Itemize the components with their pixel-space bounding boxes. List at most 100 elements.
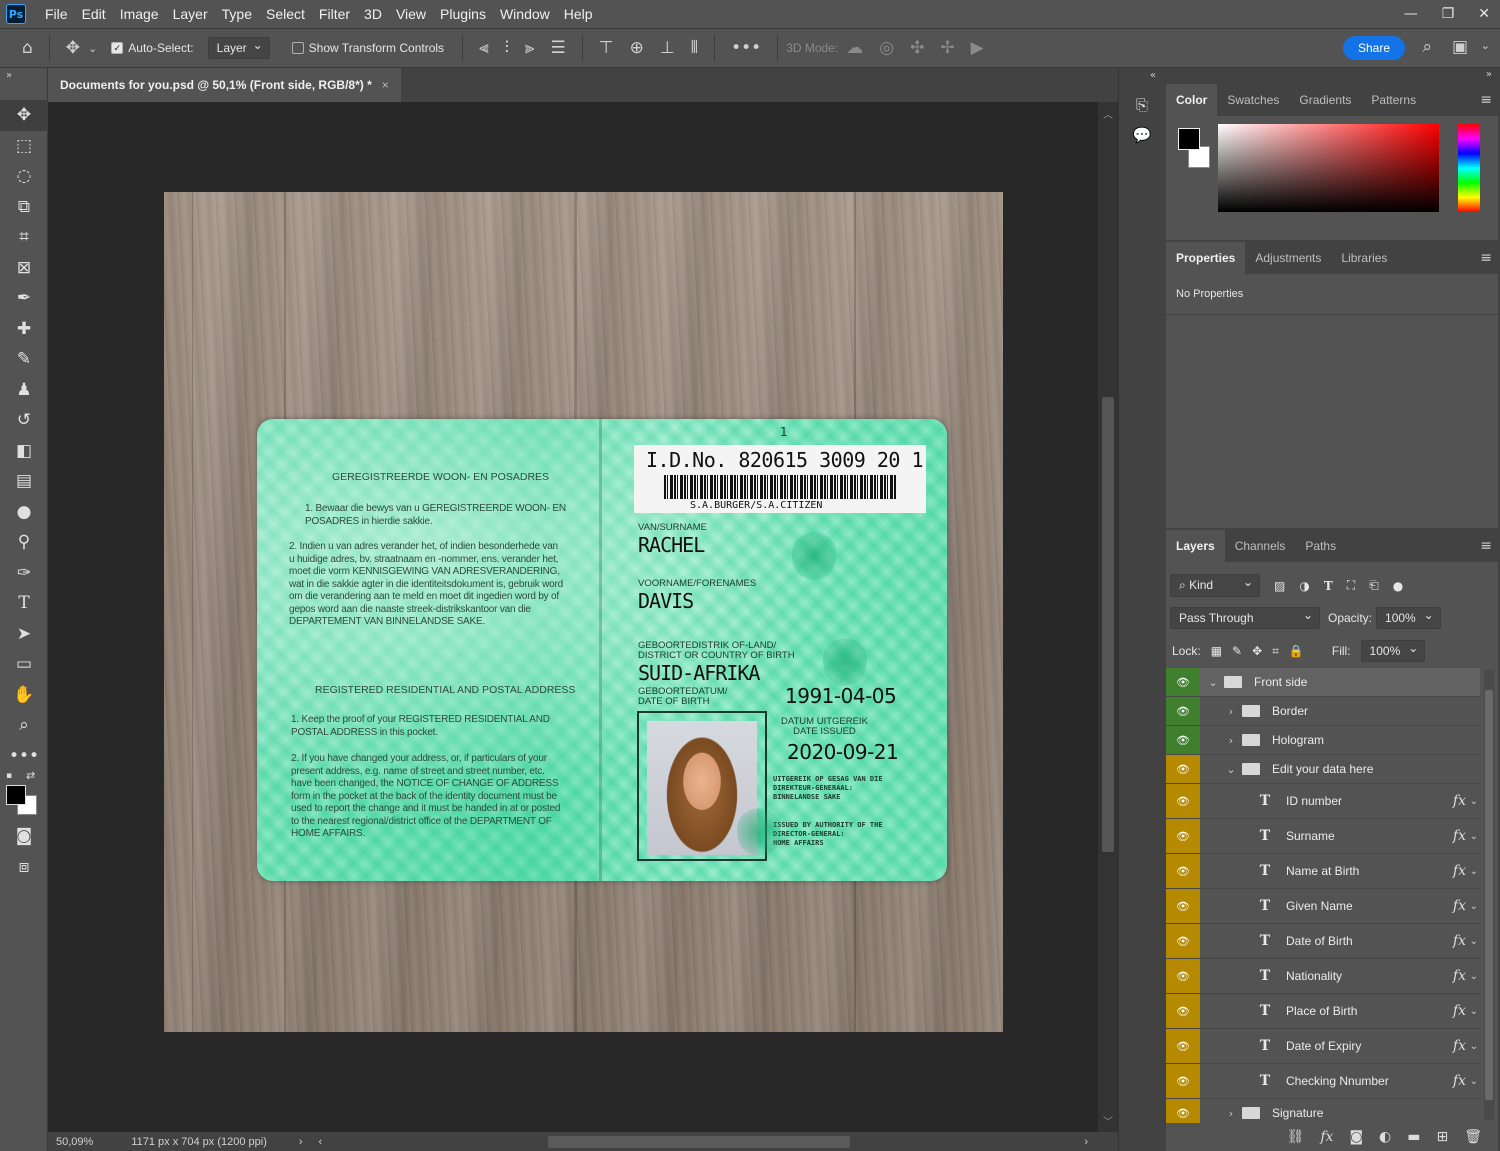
- layer-row[interactable]: 👁 T Nationality fx ⌄: [1166, 959, 1480, 994]
- chevron-down-icon[interactable]: ⌄: [1470, 901, 1478, 912]
- visibility-eye-icon[interactable]: 👁: [1166, 854, 1200, 888]
- layer-effects-icon[interactable]: fx: [1453, 1003, 1466, 1019]
- foreground-color-swatch[interactable]: [6, 785, 26, 805]
- tab-gradients[interactable]: Gradients: [1289, 84, 1361, 116]
- menu-3d[interactable]: 3D: [357, 6, 389, 22]
- chevron-down-icon[interactable]: ⌄: [1470, 866, 1478, 877]
- minimize-icon[interactable]: —: [1404, 6, 1418, 22]
- tab-properties[interactable]: Properties: [1166, 242, 1246, 274]
- tab-layers[interactable]: Layers: [1166, 530, 1225, 562]
- history-brush-tool-icon[interactable]: ↺: [0, 405, 48, 436]
- tab-channels[interactable]: Channels: [1225, 530, 1296, 562]
- new-layer-icon[interactable]: ⊞: [1436, 1129, 1448, 1145]
- visibility-eye-icon[interactable]: 👁: [1166, 784, 1200, 818]
- pen-tool-icon[interactable]: ✑: [0, 558, 48, 589]
- chevron-down-icon[interactable]: ⌄: [1470, 1076, 1478, 1087]
- filter-toggle-icon[interactable]: ●: [1393, 579, 1403, 593]
- distribute-v-icon[interactable]: ⦀: [691, 38, 698, 58]
- layer-effects-icon[interactable]: fx: [1453, 933, 1466, 949]
- visibility-eye-icon[interactable]: 👁: [1166, 697, 1200, 725]
- filter-smart-object-icon[interactable]: ⎗: [1369, 578, 1379, 593]
- scroll-up-icon[interactable]: ︿: [1103, 106, 1113, 121]
- layer-kind-filter[interactable]: ⌕ Kind: [1170, 574, 1260, 597]
- filter-adjustment-icon[interactable]: ◑: [1299, 579, 1309, 593]
- visibility-eye-icon[interactable]: 👁: [1166, 1064, 1200, 1098]
- visibility-eye-icon[interactable]: 👁: [1166, 1099, 1200, 1123]
- collapse-icon[interactable]: »: [0, 68, 47, 100]
- lock-artboard-icon[interactable]: ⌗: [1272, 644, 1279, 659]
- restore-icon[interactable]: ❐: [1442, 6, 1455, 22]
- foreground-color-chip[interactable]: [1178, 128, 1200, 150]
- visibility-eye-icon[interactable]: 👁: [1166, 889, 1200, 923]
- filter-shape-icon[interactable]: ⛶: [1347, 578, 1355, 593]
- visibility-eye-icon[interactable]: 👁: [1166, 819, 1200, 853]
- screen-mode-icon[interactable]: ⧈: [0, 852, 48, 883]
- layer-row[interactable]: 👁 T Name at Birth fx ⌄: [1166, 854, 1480, 889]
- close-window-icon[interactable]: ✕: [1478, 6, 1490, 22]
- menu-plugins[interactable]: Plugins: [433, 6, 493, 22]
- vertical-scrollbar[interactable]: ︿ ﹀: [1098, 102, 1118, 1132]
- blend-mode-dropdown[interactable]: Pass Through: [1170, 607, 1320, 629]
- history-panel-icon[interactable]: ⎘: [1119, 90, 1165, 120]
- chevron-down-icon[interactable]: ⌄: [1470, 796, 1478, 807]
- layer-effects-icon[interactable]: fx: [1453, 1073, 1466, 1089]
- 3d-pan-icon[interactable]: ✣: [910, 38, 924, 58]
- tab-swatches[interactable]: Swatches: [1217, 84, 1289, 116]
- move-tool-icon[interactable]: ✥: [0, 100, 48, 131]
- stamp-tool-icon[interactable]: ♟: [0, 375, 48, 406]
- layers-scrollbar[interactable]: [1484, 670, 1494, 1120]
- lock-all-icon[interactable]: 🔒: [1289, 644, 1304, 658]
- menu-image[interactable]: Image: [113, 6, 166, 22]
- marquee-tool-icon[interactable]: ⬚: [0, 131, 48, 162]
- align-right-icon[interactable]: ⫸: [525, 38, 535, 58]
- chevron-right-icon[interactable]: ›: [1224, 1107, 1238, 1120]
- document-canvas[interactable]: GEREGISTREERDE WOON- EN POSADRES 1. Bewa…: [164, 192, 1003, 1032]
- chevron-down-icon[interactable]: ⌄: [1470, 831, 1478, 842]
- visibility-eye-icon[interactable]: 👁: [1166, 668, 1200, 696]
- edit-toolbar-icon[interactable]: •••: [0, 741, 48, 772]
- color-picker-field[interactable]: [1218, 124, 1439, 212]
- layer-effects-icon[interactable]: fx: [1453, 1038, 1466, 1054]
- dodge-tool-icon[interactable]: ⚲: [0, 527, 48, 558]
- layer-row[interactable]: 👁 ⌄ Edit your data here: [1166, 755, 1480, 784]
- zoom-level[interactable]: 50,09%: [56, 1136, 93, 1148]
- hand-tool-icon[interactable]: ✋: [0, 680, 48, 711]
- gradient-tool-icon[interactable]: ▤: [0, 466, 48, 497]
- move-tool-icon[interactable]: ✥: [66, 38, 80, 58]
- menu-type[interactable]: Type: [215, 6, 259, 22]
- visibility-eye-icon[interactable]: 👁: [1166, 924, 1200, 958]
- tab-paths[interactable]: Paths: [1295, 530, 1346, 562]
- lasso-tool-icon[interactable]: ◌: [0, 161, 48, 192]
- visibility-eye-icon[interactable]: 👁: [1166, 726, 1200, 754]
- collapse-icon[interactable]: «: [1119, 68, 1164, 90]
- menu-edit[interactable]: Edit: [75, 6, 113, 22]
- align-bottom-icon[interactable]: ⊥: [660, 38, 675, 58]
- document-tab[interactable]: Documents for you.psd @ 50,1% (Front sid…: [48, 68, 401, 102]
- menu-view[interactable]: View: [389, 6, 433, 22]
- layer-row[interactable]: 👁 › Border: [1166, 697, 1480, 726]
- vertical-scroll-thumb[interactable]: [1102, 397, 1114, 852]
- chevron-down-icon[interactable]: ⌄: [1224, 763, 1238, 776]
- menu-select[interactable]: Select: [259, 6, 312, 22]
- menu-window[interactable]: Window: [493, 6, 557, 22]
- close-tab-icon[interactable]: ×: [382, 78, 389, 92]
- layer-effects-icon[interactable]: fx: [1453, 898, 1466, 914]
- chevron-down-icon[interactable]: ⌄: [1206, 676, 1220, 689]
- 3d-slide-icon[interactable]: ✢: [940, 38, 954, 58]
- layer-row[interactable]: 👁 › Signature: [1166, 1099, 1480, 1123]
- layer-effects-icon[interactable]: fx: [1453, 863, 1466, 879]
- swap-colors-icon[interactable]: ⇄: [26, 769, 35, 782]
- tab-patterns[interactable]: Patterns: [1361, 84, 1426, 116]
- visibility-eye-icon[interactable]: 👁: [1166, 994, 1200, 1028]
- checkbox-checked-icon[interactable]: ✓: [111, 42, 124, 54]
- home-icon[interactable]: ⌂: [22, 38, 33, 58]
- hue-slider[interactable]: [1458, 124, 1480, 212]
- scroll-down-icon[interactable]: ﹀: [1103, 1113, 1113, 1128]
- layer-effects-icon[interactable]: fx: [1453, 793, 1466, 809]
- layer-effects-icon[interactable]: fx: [1320, 1129, 1333, 1145]
- quick-mask-icon[interactable]: ◙: [0, 821, 48, 852]
- menu-layer[interactable]: Layer: [166, 6, 215, 22]
- panel-menu-icon[interactable]: ≡: [1480, 538, 1492, 554]
- adjustment-layer-icon[interactable]: ◐: [1379, 1129, 1391, 1145]
- chevron-down-icon[interactable]: ⌄: [88, 42, 97, 55]
